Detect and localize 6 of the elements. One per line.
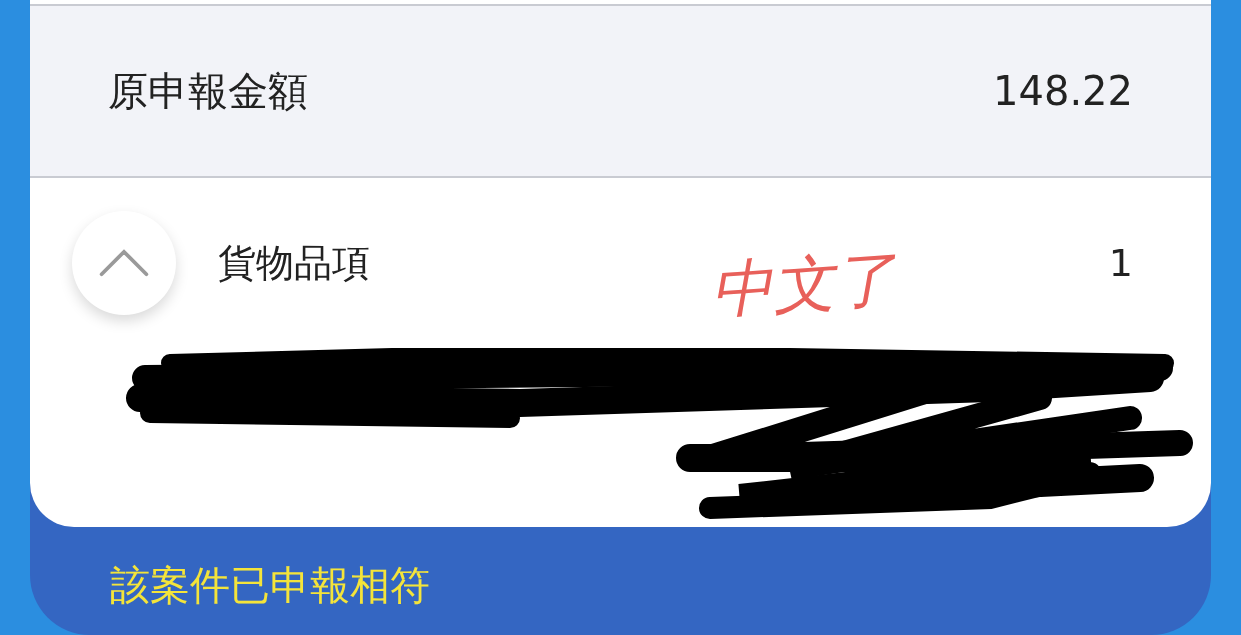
amount-value: 148.22: [993, 67, 1133, 116]
amount-label: 原申報金額: [108, 67, 308, 116]
handwritten-note: 中文了: [707, 240, 899, 330]
items-label: 貨物品項: [218, 239, 370, 287]
items-count: 1: [1108, 239, 1133, 287]
status-message: 該案件已申報相符: [109, 561, 431, 610]
